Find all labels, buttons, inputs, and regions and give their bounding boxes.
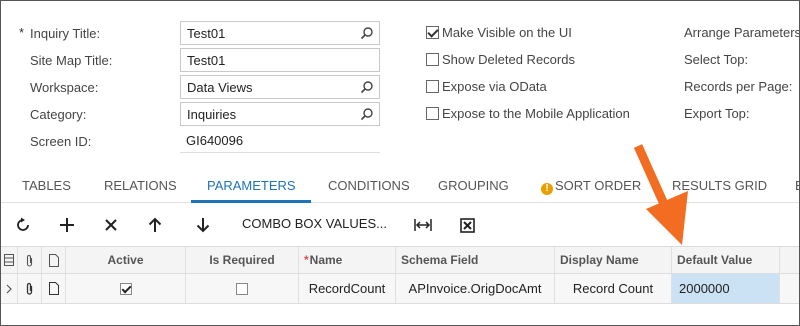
move-up-button[interactable] <box>145 215 165 235</box>
export-top-label: Export Top: <box>684 106 750 121</box>
fit-width-icon <box>414 219 432 231</box>
tab-tables[interactable]: TABLES <box>22 178 71 193</box>
paperclip-icon <box>26 254 33 267</box>
expose-mobile-label: Expose to the Mobile Application <box>442 105 630 121</box>
row-attachment[interactable] <box>18 274 42 303</box>
workspace-value: Data Views <box>187 80 253 95</box>
category-field[interactable]: Inquiries <box>180 102 380 126</box>
is-required-column-header[interactable]: Is Required <box>186 247 299 273</box>
search-icon[interactable] <box>360 80 374 94</box>
refresh-button[interactable] <box>13 215 33 235</box>
excel-icon <box>459 217 475 233</box>
required-star: * <box>304 253 309 267</box>
inquiry-title-field[interactable]: Test01 <box>180 21 380 45</box>
note-icon <box>48 282 59 295</box>
add-row-button[interactable] <box>57 215 77 235</box>
schema-field-column-header[interactable]: Schema Field <box>396 247 555 273</box>
make-visible-label: Make Visible on the UI <box>442 24 572 40</box>
is-required-cell[interactable] <box>186 274 299 303</box>
export-excel-button[interactable] <box>457 215 477 235</box>
name-column-label: Name <box>309 253 343 267</box>
make-visible-option[interactable]: Make Visible on the UI <box>426 22 572 42</box>
screen-id-value: GI640096 <box>186 133 244 148</box>
active-tab-indicator <box>191 200 311 203</box>
display-name-cell[interactable]: Record Count <box>555 274 672 303</box>
tab-relations[interactable]: RELATIONS <box>104 178 177 193</box>
screen-id-field: GI640096 <box>180 129 380 153</box>
tab-conditions[interactable]: CONDITIONS <box>328 178 410 193</box>
paperclip-icon <box>26 282 33 295</box>
table-row[interactable]: RecordCount APInvoice.OrigDocAmt Record … <box>1 274 799 304</box>
active-cell[interactable] <box>66 274 186 303</box>
inquiry-title-value: Test01 <box>187 26 226 41</box>
schema-field-cell[interactable]: APInvoice.OrigDocAmt <box>396 274 555 303</box>
workspace-row: Workspace: Data Views <box>1 75 391 101</box>
expose-odata-option[interactable]: Expose via OData <box>426 76 547 96</box>
site-map-title-value: Test01 <box>187 53 226 68</box>
row-note[interactable] <box>42 274 66 303</box>
warning-icon: ! <box>541 183 553 195</box>
active-column-header[interactable]: Active <box>66 247 186 273</box>
close-icon <box>105 219 117 231</box>
category-label: Category: <box>30 107 87 122</box>
show-deleted-checkbox[interactable] <box>426 52 439 66</box>
refresh-icon <box>17 217 29 231</box>
search-icon[interactable] <box>360 26 374 40</box>
fit-columns-button[interactable] <box>413 215 433 235</box>
screen-id-row: Screen ID: GI640096 <box>1 129 391 155</box>
site-map-title-row: Site Map Title: Test01 <box>1 48 391 74</box>
category-value: Inquiries <box>187 107 237 122</box>
screen-id-label: Screen ID: <box>30 134 92 149</box>
row-selector[interactable] <box>1 274 18 303</box>
name-cell[interactable]: RecordCount <box>299 274 396 303</box>
site-map-title-label: Site Map Title: <box>30 53 113 68</box>
arrow-up-icon <box>148 217 162 232</box>
show-deleted-label: Show Deleted Records <box>442 51 575 67</box>
grid-settings-icon[interactable] <box>4 254 14 266</box>
tab-more[interactable]: E <box>795 178 799 193</box>
move-down-button[interactable] <box>193 215 213 235</box>
workspace-label: Workspace: <box>30 80 99 95</box>
note-header <box>42 247 66 273</box>
attachment-header <box>18 247 42 273</box>
site-map-title-field[interactable]: Test01 <box>180 48 380 72</box>
main-window: * Inquiry Title: Test01 Site Map Title: … <box>0 0 800 326</box>
show-deleted-option[interactable]: Show Deleted Records <box>426 49 575 69</box>
delete-row-button[interactable] <box>101 215 121 235</box>
workspace-field[interactable]: Data Views <box>180 75 380 99</box>
plus-icon <box>60 218 74 232</box>
expose-mobile-option[interactable]: Expose to the Mobile Application <box>426 103 630 123</box>
default-value-cell[interactable]: 2000000 <box>672 274 780 303</box>
inquiry-title-label: Inquiry Title: <box>30 26 101 41</box>
required-star: * <box>19 25 25 40</box>
annotation-arrow <box>633 144 688 245</box>
arrange-parameters-label: Arrange Parameters <box>684 25 800 40</box>
combo-box-values-button[interactable]: COMBO BOX VALUES... <box>242 216 387 231</box>
name-column-header[interactable]: * Name <box>299 247 396 273</box>
row-selector-header <box>1 247 18 273</box>
records-per-page-label: Records per Page: <box>684 79 793 94</box>
expose-mobile-checkbox[interactable] <box>426 106 439 120</box>
expose-odata-label: Expose via OData <box>442 78 547 94</box>
make-visible-checkbox[interactable] <box>426 25 439 39</box>
tab-parameters[interactable]: PARAMETERS <box>207 178 296 193</box>
active-checkbox[interactable] <box>119 282 132 295</box>
inquiry-title-row: * Inquiry Title: Test01 <box>1 21 391 47</box>
category-row: Category: Inquiries <box>1 102 391 128</box>
tab-grouping[interactable]: GROUPING <box>438 178 509 193</box>
search-icon[interactable] <box>360 107 374 121</box>
select-top-label: Select Top: <box>684 52 749 67</box>
chevron-right-icon <box>6 284 12 293</box>
expose-odata-checkbox[interactable] <box>426 79 439 93</box>
note-icon <box>48 253 59 267</box>
is-required-checkbox[interactable] <box>236 282 248 295</box>
arrow-down-icon <box>196 218 210 233</box>
